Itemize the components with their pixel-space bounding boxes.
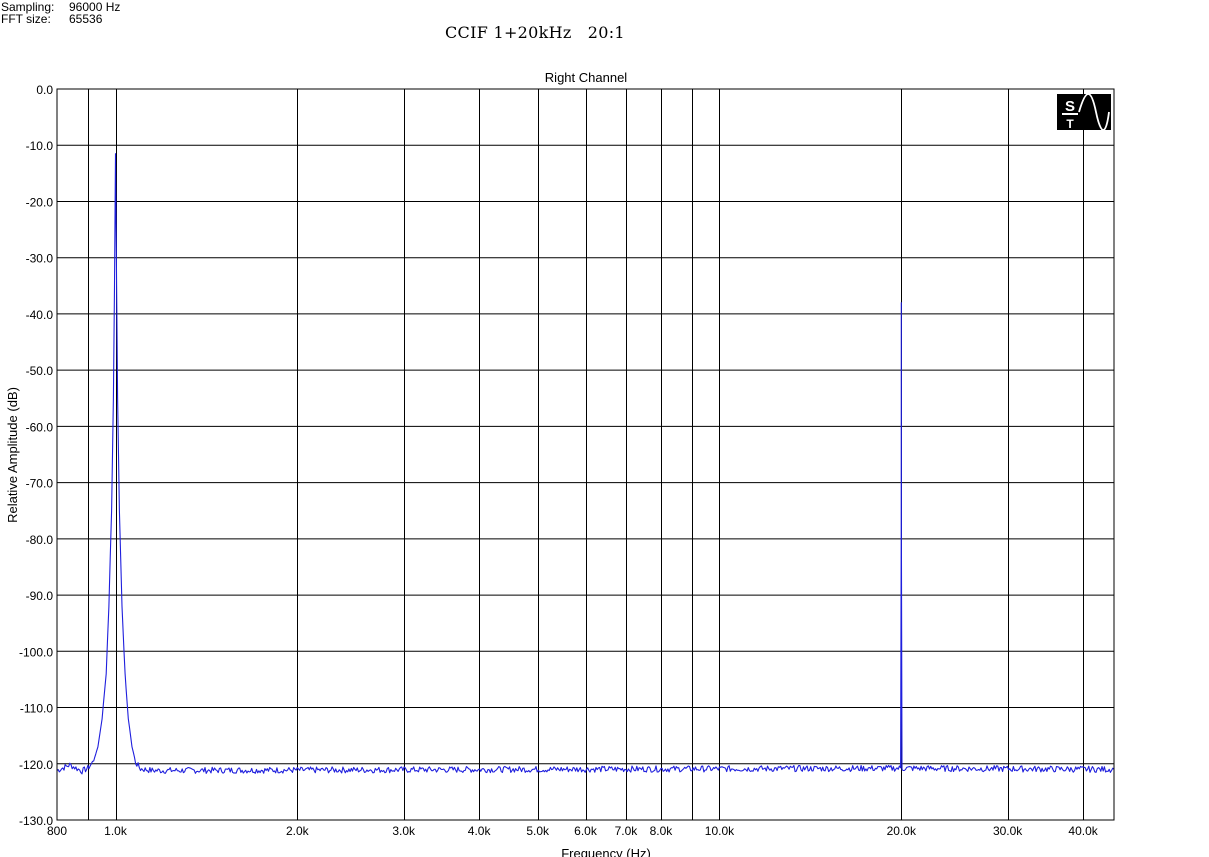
y-tick-label: -120.0 bbox=[19, 758, 53, 772]
y-tick-label: -10.0 bbox=[26, 139, 54, 153]
y-tick-label: -110.0 bbox=[20, 702, 53, 716]
trace-layer bbox=[56, 153, 1115, 775]
x-tick-label: 10.0k bbox=[705, 824, 735, 838]
x-tick-label: 30.0k bbox=[993, 824, 1023, 838]
y-tick-label: -40.0 bbox=[26, 308, 54, 322]
x-tick-label: 20.0k bbox=[887, 824, 917, 838]
grid bbox=[57, 88, 1114, 821]
x-tick-label: 40.0k bbox=[1068, 824, 1098, 838]
spectrum-chart: Right Channel Frequency (Hz) Relative Am… bbox=[5, 70, 1115, 857]
y-tick-label: 0.0 bbox=[36, 83, 53, 97]
y-tick-label: -30.0 bbox=[26, 252, 54, 266]
x-tick-label: 3.0k bbox=[392, 824, 416, 838]
y-tick-label: -100.0 bbox=[19, 645, 53, 659]
y-tick-label: -50.0 bbox=[26, 364, 54, 378]
y-tick-label: -90.0 bbox=[26, 589, 54, 603]
x-tick-label: 800 bbox=[47, 824, 67, 838]
y-tick-labels: 0.0 -10.0 -20.0 -30.0 -40.0 -50.0 -60.0 -70.0 -8… bbox=[19, 83, 53, 828]
x-tick-label: 2.0k bbox=[286, 824, 310, 838]
logo-letter-t: T bbox=[1066, 117, 1074, 131]
y-tick-label: -80.0 bbox=[26, 533, 54, 547]
chart-title: Right Channel bbox=[545, 70, 627, 85]
y-tick-label: -70.0 bbox=[26, 477, 54, 491]
x-axis-label: Frequency (Hz) bbox=[561, 846, 651, 857]
x-tick-labels: 800 1.0k 2.0k 3.0k 4.0k 5.0k 6.0k 7.0k 8.0k 10.0k… bbox=[47, 824, 1099, 838]
x-tick-label: 6.0k bbox=[574, 824, 598, 838]
x-tick-label: 8.0k bbox=[650, 824, 674, 838]
spectrum-trace bbox=[56, 153, 1115, 775]
st-logo: S T bbox=[1057, 93, 1111, 131]
logo-letter-s: S bbox=[1065, 98, 1075, 115]
y-axis-label: Relative Amplitude (dB) bbox=[5, 387, 20, 523]
x-tick-label: 1.0k bbox=[104, 824, 128, 838]
x-tick-label: 4.0k bbox=[468, 824, 492, 838]
x-tick-label: 5.0k bbox=[526, 824, 550, 838]
y-tick-label: -20.0 bbox=[26, 195, 54, 209]
x-tick-label: 7.0k bbox=[615, 824, 639, 838]
y-tick-label: -60.0 bbox=[26, 420, 54, 434]
plot-frame bbox=[56, 88, 1115, 821]
